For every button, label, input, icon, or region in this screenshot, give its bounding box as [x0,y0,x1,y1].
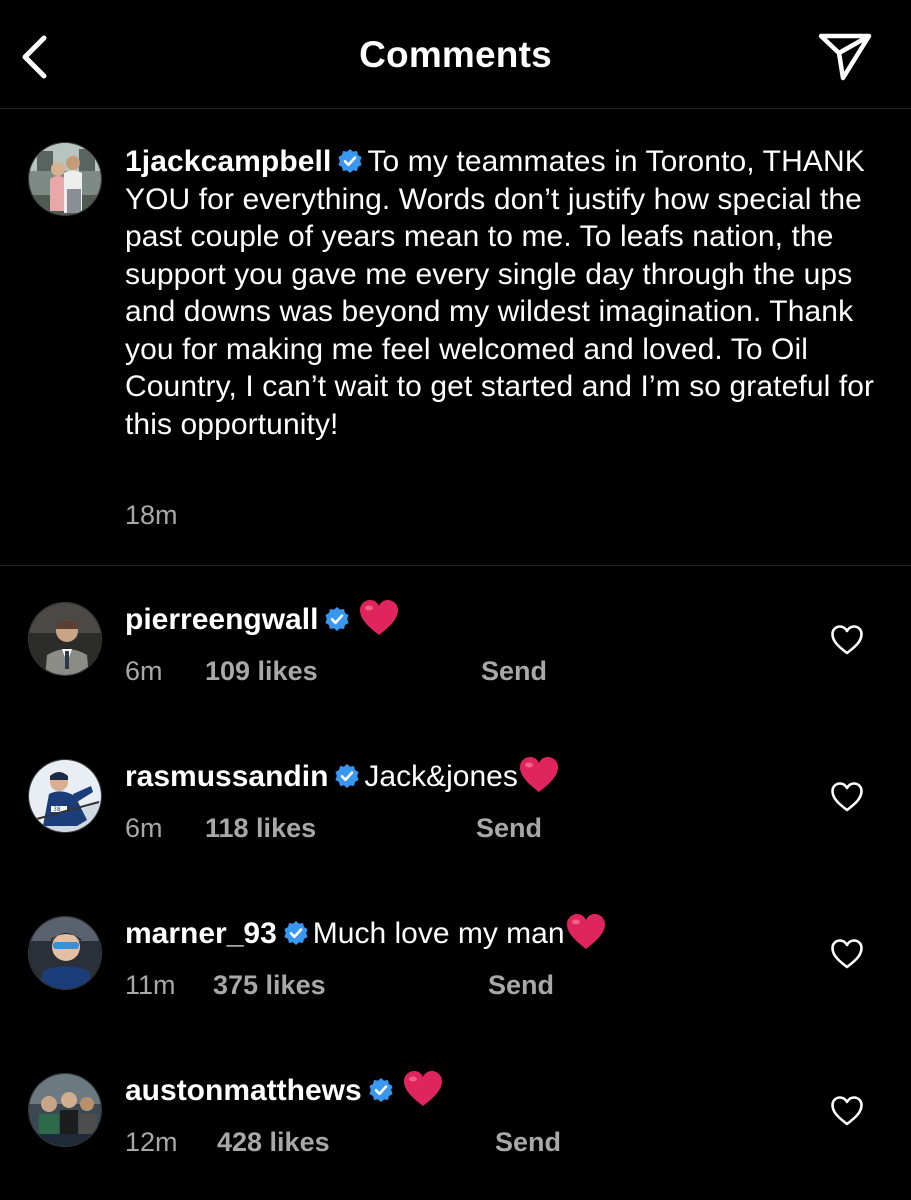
comment-row: marner_93 Much love my man 11m 375 likes … [0,880,911,1036]
comment-username[interactable]: pierreengwall [125,603,318,636]
avatar[interactable] [28,916,102,990]
send-button[interactable]: Send [481,654,547,688]
comment-timestamp: 11m [125,970,176,1000]
comment-timestamp: 6m [125,656,163,686]
avatar[interactable] [28,602,102,676]
like-button[interactable] [829,936,865,972]
avatar[interactable] [28,142,102,216]
post-caption: 1jackcampbell To my teammates in Toronto,… [0,109,911,566]
comment-line: marner_93 Much love my man [125,913,607,954]
likes-count[interactable]: 118 likes [205,811,316,845]
likes-count[interactable]: 428 likes [217,1125,330,1159]
like-button[interactable] [829,779,865,815]
send-button[interactable]: Send [495,1125,561,1159]
comment-row: pierreengwall 6m 109 likes Send [0,566,911,722]
comment-text: Much love my man [312,917,565,950]
heart-outline-icon [831,782,863,812]
likes-count[interactable]: 109 likes [205,654,318,688]
comments-header: Comments [0,0,911,109]
verified-badge-icon [335,764,360,788]
send-button[interactable]: Send [488,968,554,1002]
heart-outline-icon [831,625,863,655]
comment-username[interactable]: marner_93 [125,917,277,950]
avatar[interactable] [28,1073,102,1147]
heart-outline-icon [831,1096,863,1126]
red-heart-emoji-icon [360,600,399,635]
red-heart-emoji-icon [519,757,558,792]
share-button[interactable] [816,28,876,84]
red-heart-emoji-icon [566,914,605,949]
caption-text-block: 1jackcampbell To my teammates in Toronto,… [125,143,885,443]
paper-plane-icon [818,33,872,81]
verified-badge-icon [338,149,363,173]
like-button[interactable] [829,1093,865,1129]
comment-line: pierreengwall [125,599,400,640]
comment-timestamp: 6m [125,813,163,843]
verified-badge-icon [369,1078,393,1102]
comment-username[interactable]: austonmatthews [125,1074,362,1107]
comment-row: austonmatthews 12m 428 likes Send [0,1037,911,1193]
page-title: Comments [359,34,552,75]
caption-text: To my teammates in Toronto, THANK YOU fo… [125,145,875,441]
avatar[interactable]: 38 [28,759,102,833]
likes-count[interactable]: 375 likes [213,968,326,1002]
comment-timestamp: 12m [125,1127,178,1157]
verified-badge-icon [325,607,350,631]
caption-username[interactable]: 1jackcampbell [125,145,331,178]
verified-badge-icon [284,921,308,945]
comment-line: rasmussandin Jack&jones [125,756,560,797]
like-button[interactable] [829,622,865,658]
caption-timestamp: 18m [125,500,178,530]
heart-outline-icon [831,939,863,969]
comment-row: 38 rasmussandin Jack&jones 6m 118 likes S… [0,723,911,879]
send-button[interactable]: Send [476,811,542,845]
comment-username[interactable]: rasmussandin [125,760,328,793]
red-heart-emoji-icon [403,1071,442,1106]
comment-text: Jack&jones [364,760,518,793]
comment-line: austonmatthews [125,1070,444,1111]
